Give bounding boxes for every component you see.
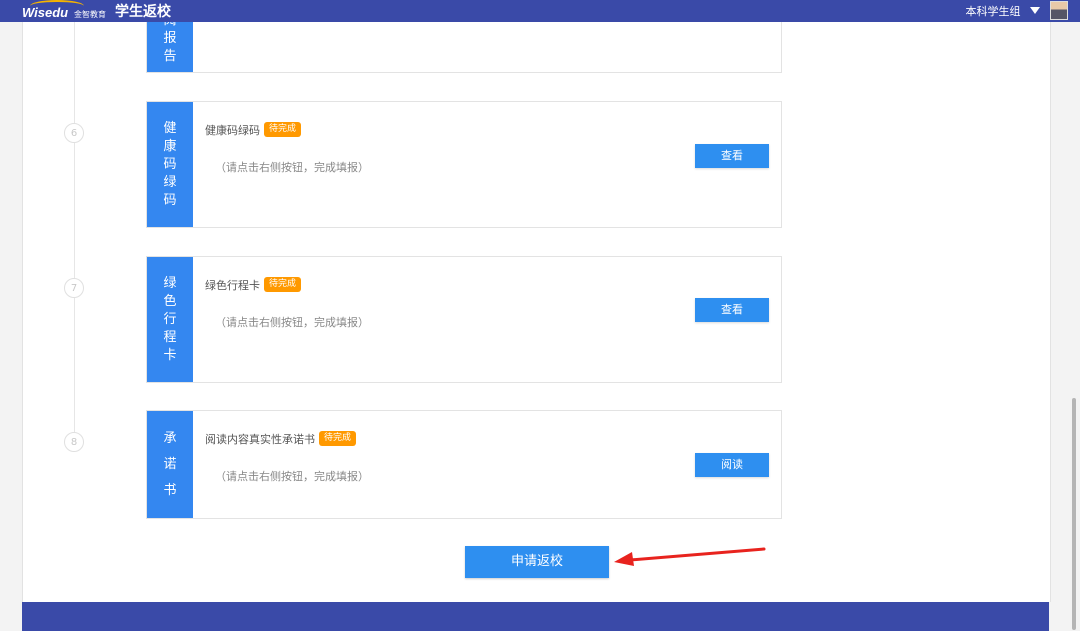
step-hint: （请点击右侧按钮，完成填报） bbox=[215, 316, 369, 329]
timeline-line bbox=[74, 22, 75, 452]
logo-text: Wisedu bbox=[22, 5, 69, 20]
step-label-char: 诺 bbox=[163, 456, 177, 472]
step-number-7: 7 bbox=[64, 278, 84, 298]
step-label: 健 康 码 绿 码 bbox=[147, 102, 193, 227]
user-name[interactable]: 本科学生组 bbox=[966, 3, 1021, 19]
step-label-char: 卡 bbox=[163, 347, 177, 363]
step-label-char: 告 bbox=[163, 49, 177, 64]
step-number-6: 6 bbox=[64, 123, 84, 143]
scrollbar[interactable] bbox=[1072, 398, 1076, 630]
step-label-char: 健 bbox=[163, 120, 177, 136]
step-label-char: 码 bbox=[163, 192, 177, 208]
status-badge: 待完成 bbox=[319, 431, 357, 446]
apply-return-button[interactable]: 申请返校 bbox=[465, 546, 609, 578]
step-label-char: 码 bbox=[163, 156, 177, 172]
step-hint: （请点击右侧按钮，完成填报） bbox=[215, 470, 369, 483]
step-title: 健康码绿码 待完成 bbox=[205, 122, 302, 138]
step-label: 绿 色 行 程 卡 bbox=[147, 257, 193, 382]
step-label: 承 诺 书 bbox=[147, 411, 193, 518]
step-title-text: 绿色行程卡 bbox=[205, 279, 260, 292]
step-title-text: 健康码绿码 bbox=[205, 124, 260, 137]
step-hint: （请点击右侧按钮，完成填报） bbox=[215, 161, 369, 174]
step-card-pledge: 承 诺 书 阅读内容真实性承诺书 待完成 （请点击右侧按钮，完成填报） 阅读 bbox=[146, 410, 782, 519]
step-title: 阅读内容真实性承诺书 待完成 bbox=[205, 431, 357, 447]
step-label-char: 绿 bbox=[163, 174, 177, 190]
step-label-char: 程 bbox=[163, 329, 177, 345]
avatar[interactable] bbox=[1050, 1, 1068, 20]
footer-bar bbox=[22, 602, 1049, 631]
step-label-char: 承 bbox=[163, 430, 177, 446]
step-title: 绿色行程卡 待完成 bbox=[205, 277, 302, 293]
read-pledge-button[interactable]: 阅读 bbox=[695, 453, 769, 477]
step-card-travel-card: 绿 色 行 程 卡 绿色行程卡 待完成 （请点击右侧按钮，完成填报） 查看 bbox=[146, 256, 782, 383]
top-bar: Wisedu 金智教育 学生返校 本科学生组 bbox=[0, 0, 1080, 22]
step-label-char: 色 bbox=[163, 293, 177, 309]
step-label-char: 报 bbox=[163, 31, 177, 46]
step-number-8: 8 bbox=[64, 432, 84, 452]
step-label-char: 行 bbox=[163, 311, 177, 327]
view-travel-card-button[interactable]: 查看 bbox=[695, 298, 769, 322]
red-arrow-icon bbox=[614, 547, 766, 566]
step-label-char: 康 bbox=[163, 138, 177, 154]
caret-down-icon[interactable] bbox=[1030, 7, 1040, 14]
step-label-char: 绿 bbox=[163, 275, 177, 291]
view-health-code-button[interactable]: 查看 bbox=[695, 144, 769, 168]
step-title-text: 阅读内容真实性承诺书 bbox=[205, 433, 315, 446]
status-badge: 待完成 bbox=[264, 122, 302, 137]
user-menu[interactable]: 本科学生组 bbox=[966, 1, 1068, 20]
logo-subtext: 金智教育 bbox=[74, 10, 106, 19]
app-title: 学生返校 bbox=[115, 4, 171, 20]
step-card-health-code: 健 康 码 绿 码 健康码绿码 待完成 （请点击右侧按钮，完成填报） 查看 bbox=[146, 101, 782, 228]
step-label-char: 书 bbox=[163, 482, 177, 498]
status-badge: 待完成 bbox=[264, 277, 302, 292]
